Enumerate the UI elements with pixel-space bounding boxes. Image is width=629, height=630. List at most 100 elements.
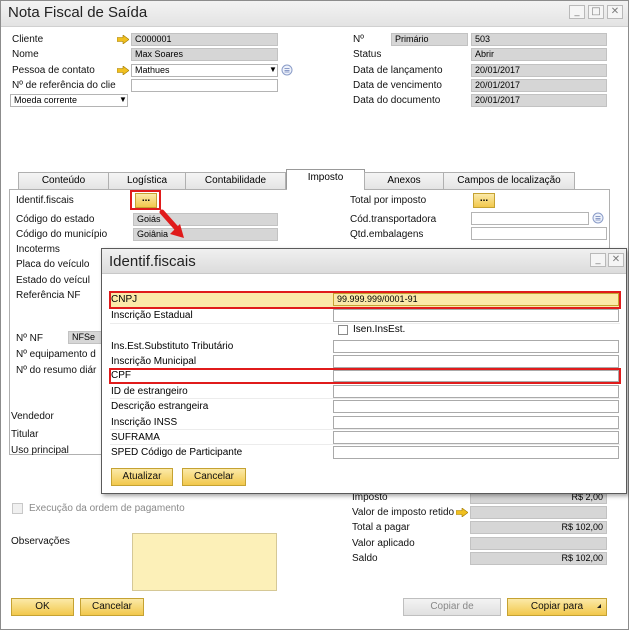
inscricao-estadual-field[interactable] [333, 309, 619, 322]
payment-checkbox[interactable] [12, 503, 23, 514]
transportadora-field[interactable] [471, 212, 589, 225]
dialog-cancel-button[interactable]: Cancelar [182, 468, 246, 486]
active-tab-joiner [287, 188, 364, 190]
row-divider [110, 398, 620, 399]
referencia-field[interactable] [131, 79, 278, 92]
id-estrangeiro-field[interactable] [333, 385, 619, 398]
numero-field[interactable]: 503 [471, 33, 607, 46]
observacoes-label: Observações [11, 536, 70, 547]
data-lancamento-label: Data de lançamento [353, 65, 443, 76]
cpf-field[interactable] [333, 370, 619, 382]
sped-codigo-label: SPED Código de Participante [111, 447, 243, 458]
cnpj-field[interactable]: 99.999.999/0001-91 [333, 293, 619, 306]
inscricao-municipal-field[interactable] [333, 355, 619, 368]
valor-aplicado-field[interactable] [470, 537, 607, 550]
descricao-estrangeira-label: Descrição estrangeira [111, 401, 209, 412]
details-icon[interactable] [592, 212, 604, 224]
titular-label: Titular [11, 429, 39, 440]
copy-to-button[interactable]: Copiar para [507, 598, 607, 616]
window-title: Nota Fiscal de Saída [8, 4, 148, 21]
data-documento-field[interactable]: 20/01/2017 [471, 94, 607, 107]
identif-fiscais-label: Identif.fiscais [16, 195, 74, 206]
dialog-title: Identif.fiscais [109, 253, 196, 270]
transportadora-label: Cód.transportadora [350, 214, 437, 225]
chevron-down-icon[interactable]: ▼ [119, 94, 127, 106]
link-arrow-icon[interactable] [117, 66, 129, 75]
inscricao-inss-field[interactable] [333, 416, 619, 429]
atualizar-button[interactable]: Atualizar [111, 468, 173, 486]
dialog-title-bar: Identif.fiscais _ ✕ [102, 249, 626, 274]
tab-conteudo[interactable]: Conteúdo [18, 172, 109, 189]
data-vencimento-label: Data de vencimento [353, 80, 442, 91]
total-imposto-button[interactable]: ... [473, 193, 495, 208]
estado-veiculo-label: Estado do veícul [16, 275, 90, 286]
details-icon[interactable] [281, 64, 293, 76]
descricao-estrangeira-field[interactable] [333, 400, 619, 413]
tab-logistica[interactable]: Logística [108, 172, 186, 189]
codigo-municipio-field[interactable]: Goiânia [133, 228, 278, 241]
codigo-municipio-label: Código do município [16, 229, 108, 240]
ok-button[interactable]: OK [11, 598, 74, 616]
ins-est-substituto-label: Ins.Est.Substituto Tributário [111, 341, 234, 352]
inscricao-inss-label: Inscrição INSS [111, 417, 178, 428]
resumo-label: Nº do resumo diár [16, 365, 97, 376]
codigo-estado-field[interactable]: Goiás [133, 213, 278, 226]
row-divider [110, 323, 620, 324]
suframa-label: SUFRAMA [111, 432, 160, 443]
imposto-retido-field[interactable] [470, 506, 607, 519]
nf-field[interactable]: NFSe [68, 331, 102, 344]
tab-anexos[interactable]: Anexos [364, 172, 444, 189]
tab-contabilidade[interactable]: Contabilidade [185, 172, 286, 189]
minimize-icon[interactable]: _ [569, 5, 585, 19]
isen-insest-checkbox[interactable] [338, 325, 348, 335]
inscricao-estadual-label: Inscrição Estadual [111, 310, 193, 321]
saldo-label: Saldo [352, 553, 378, 564]
isen-insest-label: Isen.InsEst. [353, 324, 406, 335]
serie-field[interactable]: Primário [391, 33, 468, 46]
ins-est-substituto-field[interactable] [333, 340, 619, 353]
nf-label: Nº NF [16, 333, 43, 344]
embalagens-field[interactable] [471, 227, 607, 240]
suframa-field[interactable] [333, 431, 619, 444]
cancel-button[interactable]: Cancelar [80, 598, 144, 616]
numero-label: Nº [353, 34, 364, 45]
observacoes-field[interactable] [132, 533, 277, 591]
moeda-select[interactable]: Moeda corrente [10, 94, 128, 107]
link-arrow-icon[interactable] [456, 508, 468, 517]
identif-fiscais-button[interactable]: ... [135, 193, 157, 208]
copy-to-label: Copiar para [530, 601, 584, 612]
copy-from-button[interactable]: Copiar de [403, 598, 501, 616]
valor-aplicado-label: Valor aplicado [352, 538, 415, 549]
imposto-retido-label: Valor de imposto retido [352, 507, 455, 518]
sped-codigo-field[interactable] [333, 446, 619, 459]
cliente-field[interactable]: C000001 [131, 33, 278, 46]
vendedor-label: Vendedor [11, 411, 54, 422]
total-pagar-label: Total a pagar [352, 522, 410, 533]
incoterms-label: Incoterms [16, 244, 60, 255]
close-icon[interactable]: ✕ [608, 253, 624, 267]
minimize-icon[interactable]: _ [590, 253, 606, 267]
row-divider [110, 429, 620, 430]
maximize-icon[interactable]: □ [588, 5, 604, 19]
data-lancamento-field[interactable]: 20/01/2017 [471, 64, 607, 77]
data-documento-label: Data do documento [353, 95, 441, 106]
contato-select[interactable]: Mathues [131, 64, 278, 77]
dropdown-corner-icon [597, 604, 601, 608]
data-vencimento-field[interactable]: 20/01/2017 [471, 79, 607, 92]
referencia-nf-label: Referência NF [16, 290, 81, 301]
inscricao-municipal-label: Inscrição Municipal [111, 356, 197, 367]
total-pagar-field[interactable]: R$ 102,00 [470, 521, 607, 534]
saldo-field[interactable]: R$ 102,00 [470, 552, 607, 565]
link-arrow-icon[interactable] [117, 35, 129, 44]
tab-campos-localizacao[interactable]: Campos de localização [443, 172, 575, 189]
id-estrangeiro-label: ID de estrangeiro [111, 386, 188, 397]
placa-veiculo-label: Placa do veículo [16, 259, 90, 270]
tab-imposto[interactable]: Imposto [286, 169, 365, 190]
status-field[interactable]: Abrir [471, 48, 607, 61]
referencia-label: Nº de referência do clie [12, 80, 116, 91]
nome-label: Nome [12, 49, 39, 60]
codigo-estado-label: Código do estado [16, 214, 95, 225]
nome-field[interactable]: Max Soares [131, 48, 278, 61]
close-icon[interactable]: ✕ [607, 5, 623, 19]
chevron-down-icon[interactable]: ▼ [269, 64, 277, 76]
